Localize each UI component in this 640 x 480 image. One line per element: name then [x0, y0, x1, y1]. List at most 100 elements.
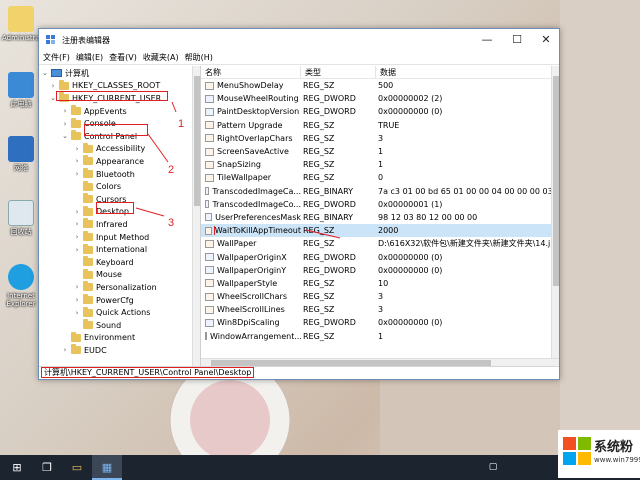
tree-scrollbar[interactable]: [192, 66, 200, 366]
tree-item[interactable]: Environment: [61, 331, 135, 345]
value-row[interactable]: Win8DpiScaling REG_DWORD 0x00000000 (0): [201, 316, 559, 329]
desktop-icon-network[interactable]: 网络: [2, 136, 40, 172]
menu-help[interactable]: 帮助(H): [185, 52, 213, 63]
tree-item-label: AppEvents: [84, 106, 127, 116]
notification-icon[interactable]: ▢: [478, 455, 508, 480]
value-list[interactable]: 名称 类型 数据 MenuShowDelay REG_SZ 500 MouseWhee…: [201, 66, 559, 366]
folder-icon: [83, 205, 93, 216]
desktop-icon-administrator[interactable]: Administrator: [2, 6, 50, 42]
scrollbar-thumb[interactable]: [553, 76, 559, 286]
tree-item[interactable]: › Appearance: [73, 155, 144, 168]
value-type: REG_SZ: [303, 278, 335, 288]
tree-item[interactable]: › PowerCfg: [73, 294, 134, 307]
tree-item[interactable]: › EUDC: [61, 344, 107, 357]
scrollbar-thumb[interactable]: [194, 76, 200, 206]
file-explorer-button[interactable]: ▭: [62, 455, 92, 480]
chevron-down-icon[interactable]: ⌄: [61, 132, 69, 140]
tree-item[interactable]: › Quick Actions: [73, 306, 150, 319]
value-row[interactable]: MenuShowDelay REG_SZ 500: [201, 79, 559, 92]
value-row[interactable]: WheelScrollChars REG_SZ 3: [201, 290, 559, 303]
chevron-right-icon[interactable]: ›: [73, 296, 81, 304]
value-row[interactable]: PaintDesktopVersion REG_DWORD 0x00000000 (…: [201, 105, 559, 118]
value-row[interactable]: WheelScrollLines REG_SZ 3: [201, 303, 559, 316]
minimize-button[interactable]: —: [473, 29, 501, 51]
value-data: 3: [378, 305, 384, 315]
chevron-right-icon[interactable]: ›: [49, 82, 57, 90]
value-row[interactable]: WallpaperOriginX REG_DWORD 0x00000000 (0): [201, 250, 559, 263]
column-header-type[interactable]: 类型: [301, 66, 376, 79]
regedit-taskbar-button[interactable]: ▦: [92, 455, 122, 480]
tree-item[interactable]: Mouse: [73, 268, 122, 282]
value-row[interactable]: WallPaper REG_SZ D:\616X32\软件包\新建文件夹\新建文件夹…: [201, 237, 559, 250]
tree-item[interactable]: › Bluetooth: [73, 168, 135, 181]
value-row[interactable]: WallpaperStyle REG_SZ 10: [201, 277, 559, 290]
string-value-icon: [205, 160, 214, 169]
tree-item[interactable]: › Personalization: [73, 281, 157, 294]
tree-item[interactable]: ⌄ 计算机: [41, 67, 89, 80]
vertical-scrollbar[interactable]: [551, 66, 559, 366]
tree-item[interactable]: › International: [73, 243, 147, 256]
chevron-right-icon[interactable]: ›: [61, 107, 69, 115]
menu-view[interactable]: 查看(V): [109, 52, 137, 63]
value-row[interactable]: SnapSizing REG_SZ 1: [201, 158, 559, 171]
value-row[interactable]: MouseWheelRouting REG_DWORD 0x00000002 (2): [201, 92, 559, 105]
taskbar: ⊞ ❐ ▭ ▦ ▢: [0, 455, 640, 480]
registry-tree[interactable]: ⌄ 计算机 › HKEY_CLASSES_ROOT ⌄ HKEY_CURRENT_USER…: [39, 66, 201, 366]
start-button[interactable]: ⊞: [2, 455, 32, 480]
chevron-right-icon[interactable]: ›: [73, 145, 81, 153]
title-bar[interactable]: 注册表编辑器 — ☐ ✕: [39, 29, 559, 51]
maximize-button[interactable]: ☐: [503, 29, 531, 51]
chevron-right-icon[interactable]: ›: [61, 346, 69, 354]
value-row[interactable]: WallpaperOriginY REG_DWORD 0x00000000 (0): [201, 264, 559, 277]
chevron-right-icon[interactable]: ›: [73, 208, 81, 216]
chevron-right-icon[interactable]: ›: [73, 170, 81, 178]
menu-file[interactable]: 文件(F): [43, 52, 70, 63]
tree-item[interactable]: Sound: [73, 319, 121, 332]
value-name: ScreenSaveActive: [217, 147, 289, 157]
tree-item[interactable]: Keyboard: [73, 256, 134, 269]
value-row[interactable]: TranscodedImageCo... REG_DWORD 0x00000001 …: [201, 198, 559, 211]
value-name-cell: MouseWheelRouting: [201, 94, 301, 103]
chevron-right-icon[interactable]: ›: [73, 246, 81, 254]
chevron-right-icon[interactable]: ›: [73, 233, 81, 241]
tree-item[interactable]: Colors: [73, 180, 121, 193]
desktop-icon-this-pc[interactable]: 此电脑: [2, 72, 40, 108]
value-row[interactable]: UserPreferencesMask REG_BINARY 98 12 03 80…: [201, 211, 559, 224]
value-data: 3: [378, 133, 384, 143]
chevron-down-icon[interactable]: ⌄: [41, 69, 49, 77]
chevron-right-icon[interactable]: ›: [73, 157, 81, 165]
desktop-icon-recycle-bin[interactable]: 回收站: [2, 200, 40, 236]
tree-item[interactable]: › Infrared: [73, 218, 128, 231]
desktop-icon-internet-explorer[interactable]: Internet Explorer: [2, 264, 40, 308]
tree-item[interactable]: › Accessibility: [73, 142, 145, 156]
task-view-button[interactable]: ❐: [32, 455, 62, 480]
tree-item[interactable]: › Input Method: [73, 231, 149, 244]
close-button[interactable]: ✕: [532, 29, 560, 51]
value-row[interactable]: WaitToKillAppTimeout REG_SZ 2000: [201, 224, 559, 238]
value-row[interactable]: WindowArrangement... REG_SZ 1: [201, 330, 559, 343]
value-row[interactable]: Pattern Upgrade REG_SZ TRUE: [201, 119, 559, 132]
value-type: REG_SZ: [303, 120, 335, 130]
column-header-name[interactable]: 名称: [201, 66, 301, 79]
chevron-right-icon[interactable]: ›: [73, 220, 81, 228]
value-data: 0x00000000 (0): [378, 318, 443, 328]
chevron-right-icon[interactable]: ›: [73, 309, 81, 317]
tree-item-label: EUDC: [84, 345, 107, 355]
value-row[interactable]: TileWallpaper REG_SZ 0: [201, 171, 559, 184]
chevron-right-icon[interactable]: ›: [61, 120, 69, 128]
chevron-right-icon[interactable]: ›: [73, 283, 81, 291]
column-header-data[interactable]: 数据: [376, 66, 556, 79]
folder-icon: [83, 155, 93, 166]
annotation-number-3: 3: [168, 217, 175, 229]
horizontal-scrollbar[interactable]: [201, 358, 559, 366]
value-row[interactable]: ScreenSaveActive REG_SZ 1: [201, 145, 559, 158]
menu-edit[interactable]: 编辑(E): [76, 52, 103, 63]
value-type: REG_SZ: [303, 81, 335, 91]
value-type: REG_DWORD: [303, 94, 356, 104]
folder-icon: [71, 344, 81, 355]
value-row[interactable]: TranscodedImageCa... REG_BINARY 7a c3 01 0…: [201, 185, 559, 198]
tree-item[interactable]: › AppEvents: [61, 105, 127, 118]
menu-favorites[interactable]: 收藏夹(A): [143, 52, 179, 63]
value-name-cell: WallpaperStyle: [201, 279, 301, 288]
value-row[interactable]: RightOverlapChars REG_SZ 3: [201, 132, 559, 145]
